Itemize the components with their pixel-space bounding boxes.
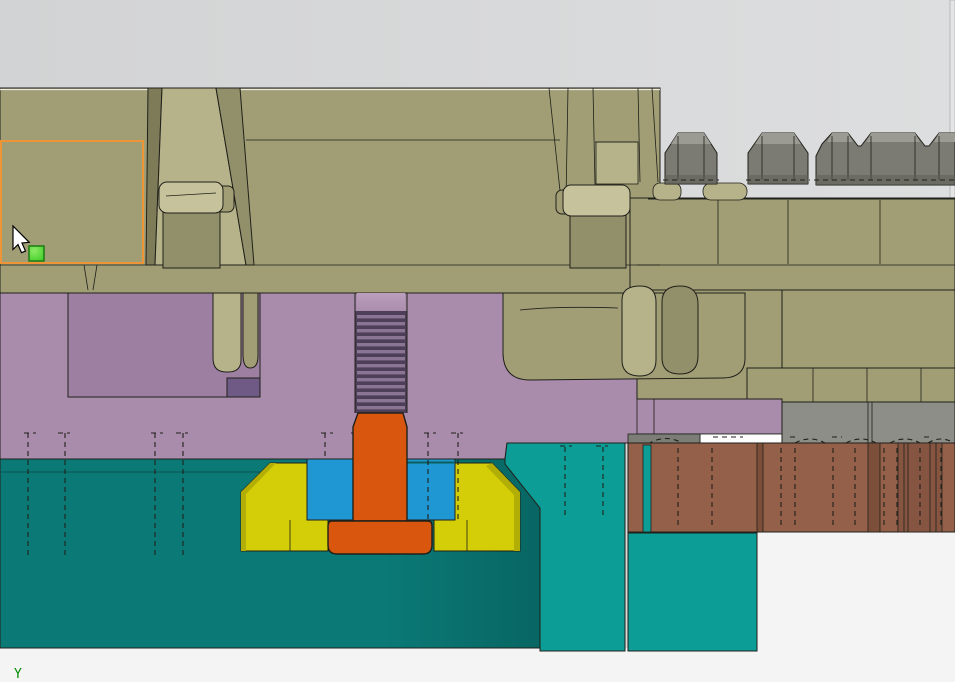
cad-viewport[interactable]: Y [0, 0, 955, 682]
cap-screw-head-cluster[interactable] [814, 132, 955, 186]
guide-bush-right[interactable] [406, 458, 456, 521]
selection-handle[interactable] [28, 245, 45, 262]
leader-bushing-center[interactable] [502, 285, 746, 381]
axis-label-y: Y [14, 667, 22, 682]
clearance-gap [699, 433, 783, 444]
pocket-insert[interactable] [226, 377, 261, 398]
guide-bush-left[interactable] [306, 458, 354, 521]
leader-pin-left[interactable] [212, 292, 259, 373]
riser-block-right[interactable] [627, 532, 758, 652]
threaded-hole[interactable] [354, 293, 408, 413]
section-view-canvas[interactable]: Y [0, 0, 955, 682]
ejector-pin-section[interactable] [642, 444, 652, 533]
stripper-plate-brown[interactable] [627, 442, 955, 533]
